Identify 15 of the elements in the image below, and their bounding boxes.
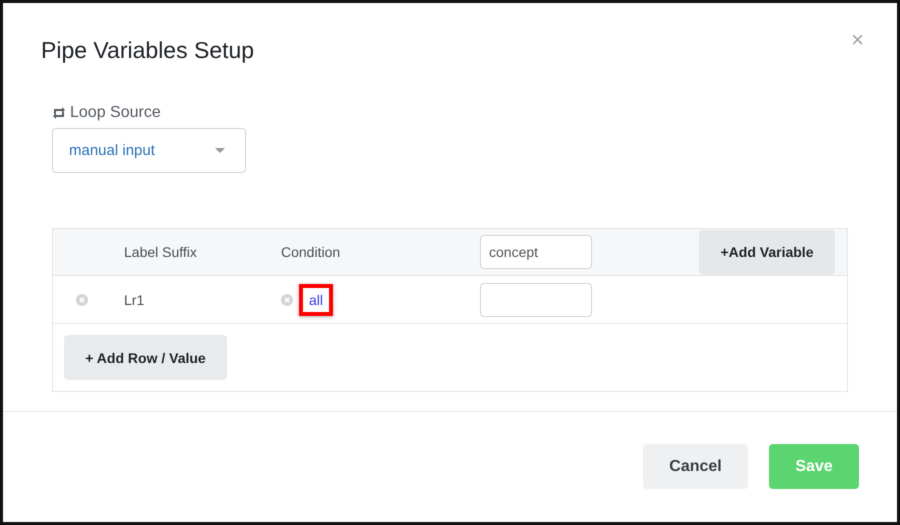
label-suffix-cell-text: Lr1 xyxy=(123,292,146,308)
column-header: Condition xyxy=(280,244,342,260)
add-row-button[interactable]: + Add Row / Value xyxy=(64,335,227,380)
cancel-button[interactable]: Cancel xyxy=(643,444,748,489)
variable-name-field[interactable]: concept xyxy=(480,235,592,269)
condition-link[interactable]: all xyxy=(299,284,334,316)
remove-icon[interactable] xyxy=(76,294,88,306)
add-variable-button[interactable]: +Add Variable xyxy=(699,230,835,274)
column-header: Label Suffix xyxy=(123,244,198,260)
remove-icon[interactable] xyxy=(281,294,293,306)
loop-icon xyxy=(52,106,66,120)
dialog-title: Pipe Variables Setup xyxy=(41,37,254,64)
variable-value-field[interactable] xyxy=(480,282,592,316)
loop-source-dropdown[interactable]: manual input xyxy=(52,128,246,173)
loop-source-label: Loop Source xyxy=(70,104,161,122)
